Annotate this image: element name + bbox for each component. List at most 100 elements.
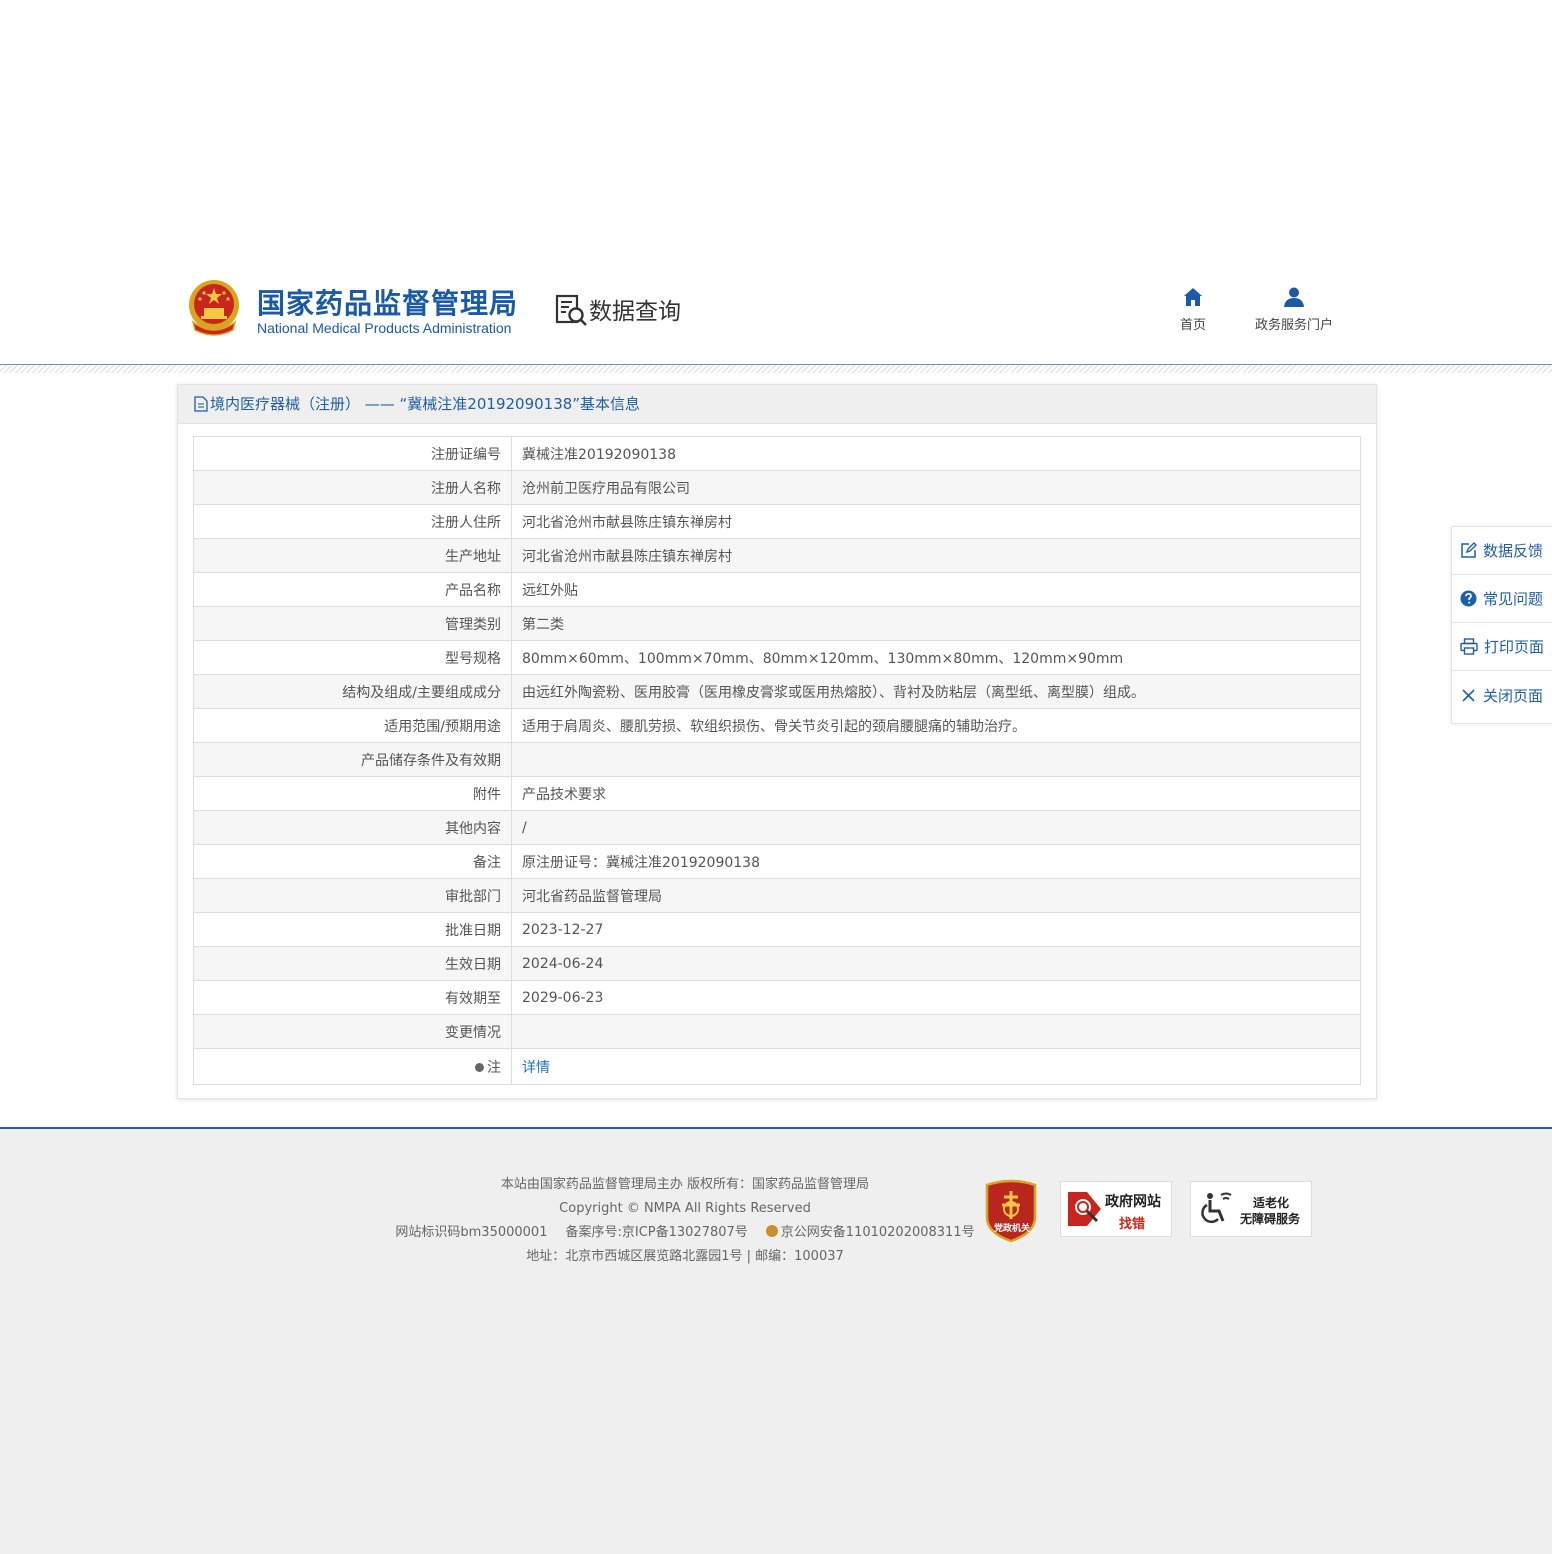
field-value: 远红外贴: [511, 572, 1361, 607]
home-icon: [1184, 288, 1202, 306]
table-row: 产品储存条件及有效期: [193, 742, 1361, 777]
site-subtitle: National Medical Products Administration: [257, 320, 512, 336]
print-page-label: 打印页面: [1484, 638, 1545, 656]
table-row: 产品名称 远红外贴: [193, 572, 1361, 607]
field-label: 适用范围/预期用途: [193, 708, 512, 743]
field-label: 结构及组成/主要组成成分: [193, 674, 512, 709]
field-label: 变更情况: [193, 1014, 512, 1049]
accessibility-text: 无障碍服务: [1240, 1212, 1301, 1226]
field-label: 注册人住所: [193, 504, 512, 539]
accessibility-icon: [1201, 1192, 1232, 1224]
field-value: 第二类: [511, 606, 1361, 641]
table-row: 结构及组成/主要组成成分 由远红外陶瓷粉、医用胶膏（医用橡皮膏浆或医用热熔胶）、背…: [193, 674, 1361, 709]
field-label: 注册证编号: [193, 436, 512, 471]
details-link[interactable]: 详情: [522, 1060, 550, 1076]
nav-portal-label: 政务服务门户: [1254, 318, 1333, 333]
table-row-note: 注 详情: [193, 1048, 1361, 1085]
field-value: 2029-06-23: [511, 980, 1361, 1015]
footer-site-id: 网站标识码bm35000001: [395, 1225, 548, 1240]
data-feedback-label: 数据反馈: [1483, 542, 1544, 560]
data-search-icon: [555, 294, 587, 326]
question-icon: [1460, 590, 1477, 607]
field-value: 产品技术要求: [511, 776, 1361, 811]
field-label: 审批部门: [193, 878, 512, 913]
gov-site-text: 政府网站: [1105, 1194, 1161, 1210]
faq-label: 常见问题: [1483, 590, 1544, 608]
footer-copyright: Copyright © NMPA All Rights Reserved: [559, 1201, 811, 1216]
field-label: 产品名称: [193, 572, 512, 607]
field-label: 备注: [193, 844, 512, 879]
field-label: 管理类别: [193, 606, 512, 641]
table-row: 适用范围/预期用途 适用于肩周炎、腰肌劳损、软组织损伤、骨关节炎引起的颈肩腰腿痛的…: [193, 708, 1361, 743]
pin-icon: [475, 1062, 484, 1072]
close-icon: [1462, 688, 1475, 702]
elderly-friendly-text: 适老化: [1253, 1196, 1290, 1210]
gov-site-error-report-badge[interactable]: 政府网站 找错: [1060, 1181, 1172, 1237]
field-value: 河北省沧州市献县陈庄镇东禅房村: [511, 538, 1361, 573]
nav-home[interactable]: 首页: [1173, 286, 1213, 333]
footer-sponsor: 本站由国家药品监督管理局主办 版权所有：国家药品监督管理局: [500, 1177, 870, 1192]
nav-gov-service-portal[interactable]: 政务服务门户: [1248, 286, 1340, 333]
nav-home-label: 首页: [1179, 318, 1206, 333]
table-row: 审批部门 河北省药品监督管理局: [193, 878, 1361, 913]
print-page-button[interactable]: 打印页面: [1452, 623, 1552, 671]
footer-info: 本站由国家药品监督管理局主办 版权所有：国家药品监督管理局 Copyright …: [360, 1173, 1010, 1269]
field-value: [511, 1014, 1361, 1049]
accessibility-service-badge[interactable]: 适老化 无障碍服务: [1190, 1181, 1312, 1237]
police-badge-icon: [765, 1225, 778, 1237]
field-value: 沧州前卫医疗用品有限公司: [511, 470, 1361, 505]
table-row: 其他内容 /: [193, 810, 1361, 845]
party-gov-badge[interactable]: 党政机关: [984, 1179, 1038, 1243]
field-value: 原注册证号：冀械注准20192090138: [511, 844, 1361, 879]
field-label: 其他内容: [193, 810, 512, 845]
field-value: 适用于肩周炎、腰肌劳损、软组织损伤、骨关节炎引起的颈肩腰腿痛的辅助治疗。: [511, 708, 1361, 743]
table-row: 生产地址 河北省沧州市献县陈庄镇东禅房村: [193, 538, 1361, 573]
field-label: 型号规格: [193, 640, 512, 675]
faq-button[interactable]: 常见问题: [1452, 575, 1552, 623]
table-row: 变更情况: [193, 1014, 1361, 1049]
table-row: 注册人住所 河北省沧州市献县陈庄镇东禅房村: [193, 504, 1361, 539]
info-panel: 境内医疗器械（注册） —— “冀械注准20192090138”基本信息 注册证编…: [177, 384, 1377, 1099]
footer-police-link[interactable]: 京公网安备11010202008311号: [781, 1225, 975, 1240]
note-label: 注: [487, 1059, 501, 1076]
field-label: 注册人名称: [193, 470, 512, 505]
report-error-text: 找错: [1119, 1217, 1146, 1232]
document-icon: [194, 396, 208, 412]
table-row: 批准日期 2023-12-27: [193, 912, 1361, 947]
party-gov-badge-text: 党政机关: [994, 1224, 1031, 1234]
table-row: 管理类别 第二类: [193, 606, 1361, 641]
field-label: 生产地址: [193, 538, 512, 573]
close-page-button[interactable]: 关闭页面: [1452, 671, 1552, 719]
edit-icon: [1461, 542, 1477, 558]
print-icon: [1460, 638, 1478, 655]
header-divider: [0, 364, 1552, 373]
side-toolbar: 数据反馈 常见问题 打印页面 关闭页面: [1451, 526, 1552, 724]
section-title: 数据查询: [589, 299, 681, 325]
field-label: 有效期至: [193, 980, 512, 1015]
user-icon: [1284, 287, 1304, 307]
field-value: 河北省沧州市献县陈庄镇东禅房村: [511, 504, 1361, 539]
table-row: 有效期至 2029-06-23: [193, 980, 1361, 1015]
footer-address: 地址：北京市西城区展览路北露园1号 | 邮编：100037: [526, 1249, 844, 1264]
field-value: 2024-06-24: [511, 946, 1361, 981]
note-label-cell: 注: [193, 1048, 512, 1085]
table-row: 注册证编号 冀械注准20192090138: [193, 436, 1361, 471]
table-row: 备注 原注册证号：冀械注准20192090138: [193, 844, 1361, 879]
footer-icp-link[interactable]: 备案序号:京ICP备13027807号: [565, 1225, 747, 1240]
field-value: /: [511, 810, 1361, 845]
field-value: 2023-12-27: [511, 912, 1361, 947]
footer-registrations: 网站标识码bm35000001 备案序号:京ICP备13027807号 京公网安备1…: [360, 1221, 1010, 1245]
field-value: [511, 742, 1361, 777]
field-value: 河北省药品监督管理局: [511, 878, 1361, 913]
panel-title: 境内医疗器械（注册） —— “冀械注准20192090138”基本信息: [210, 395, 641, 413]
site-header: 国家药品监督管理局 National Medical Products Admi…: [0, 262, 1552, 366]
table-row: 附件 产品技术要求: [193, 776, 1361, 811]
table-row: 生效日期 2024-06-24: [193, 946, 1361, 981]
field-label: 产品储存条件及有效期: [193, 742, 512, 777]
note-value-cell: 详情: [511, 1048, 1361, 1085]
field-value: 80mm×60mm、100mm×70mm、80mm×120mm、130mm×80…: [511, 640, 1361, 675]
national-emblem-icon: [189, 280, 239, 336]
data-feedback-button[interactable]: 数据反馈: [1452, 527, 1552, 575]
panel-header: 境内医疗器械（注册） —— “冀械注准20192090138”基本信息: [178, 385, 1376, 424]
field-label: 附件: [193, 776, 512, 811]
